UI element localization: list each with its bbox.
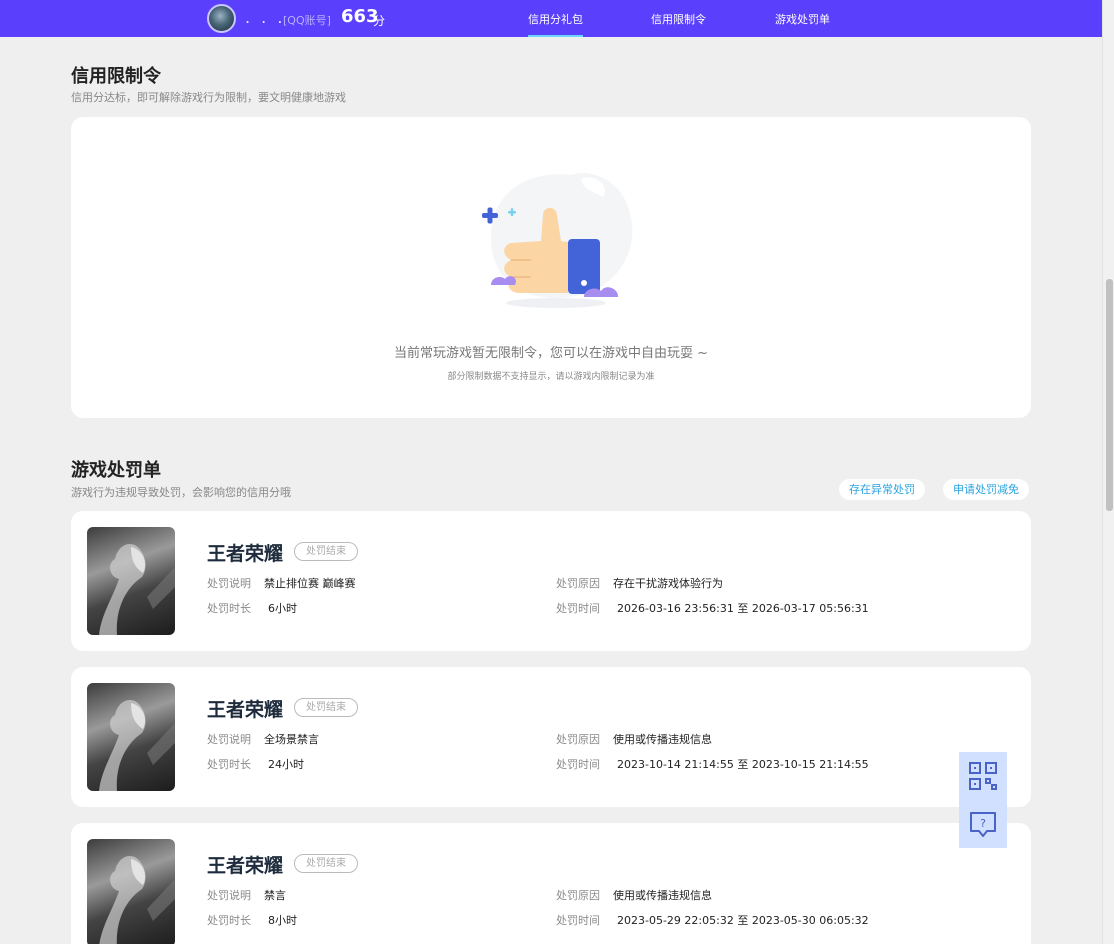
penalty-duration-value: 8小时 — [268, 914, 297, 927]
penalty-card: 王者荣耀 处罚结束 处罚说明 禁止排位赛 巅峰赛 处罚时长 6小时 处罚原因 存… — [71, 511, 1031, 651]
penalty-reason-label: 处罚原因 — [556, 889, 600, 902]
qr-code-icon — [969, 762, 997, 790]
svg-text:?: ? — [980, 817, 986, 830]
penalty-card: 王者荣耀 处罚结束 处罚说明 禁言 处罚时长 8小时 处罚原因 使用或传播违规信… — [71, 823, 1031, 944]
game-name: 王者荣耀 — [207, 699, 284, 721]
top-bar: . . . [QQ账号] 663 分 信用分礼包 信用限制令 游戏处罚单 — [0, 0, 1102, 37]
floating-tools: ? — [959, 752, 1007, 848]
penalty-time-label: 处罚时间 — [556, 758, 600, 771]
restrictions-subtitle: 信用分达标，即可解除游戏行为限制，要文明健康地游戏 — [71, 91, 346, 104]
penalty-desc-label: 处罚说明 — [207, 577, 251, 590]
penalty-reason-value: 使用或传播违规信息 — [613, 733, 712, 746]
penalty-desc-label: 处罚说明 — [207, 889, 251, 902]
penalty-time-value: 2026-03-16 23:56:31 至 2026-03-17 05:56:3… — [617, 602, 869, 615]
user-nickname: . . . — [245, 8, 286, 27]
penalty-desc-value: 禁止排位赛 巅峰赛 — [264, 577, 356, 590]
penalty-status-badge: 处罚结束 — [294, 542, 358, 561]
help-chat-icon: ? — [970, 812, 996, 837]
nav-tab-penalties[interactable]: 游戏处罚单 — [775, 11, 830, 27]
page: . . . [QQ账号] 663 分 信用分礼包 信用限制令 游戏处罚单 信用限… — [0, 0, 1114, 944]
nav-tab-restrictions[interactable]: 信用限制令 — [651, 11, 706, 27]
game-thumbnail — [87, 839, 175, 944]
scrollbar-thumb[interactable] — [1106, 279, 1113, 511]
thumbs-up-illustration-icon — [482, 173, 633, 308]
penalty-time-label: 处罚时间 — [556, 914, 600, 927]
penalties-subtitle: 游戏行为违规导致处罚，会影响您的信用分哦 — [71, 486, 291, 499]
penalty-duration-value: 24小时 — [268, 758, 304, 771]
penalty-card: 王者荣耀 处罚结束 处罚说明 全场景禁言 处罚时长 24小时 处罚原因 使用或传… — [71, 667, 1031, 807]
penalty-duration-label: 处罚时长 — [207, 914, 251, 927]
penalty-duration-label: 处罚时长 — [207, 758, 251, 771]
penalty-duration-value: 6小时 — [268, 602, 297, 615]
restrictions-card: 当前常玩游戏暂无限制令，您可以在游戏中自由玩耍 ~ 部分限制数据不支持显示，请以… — [71, 117, 1031, 418]
avatar[interactable] — [207, 4, 236, 33]
penalty-reason-value: 使用或传播违规信息 — [613, 889, 712, 902]
game-thumbnail — [87, 527, 175, 635]
restrictions-title: 信用限制令 — [71, 66, 161, 87]
penalty-desc-label: 处罚说明 — [207, 733, 251, 746]
feedback-button[interactable]: ? — [959, 800, 1007, 848]
qr-code-button[interactable] — [959, 752, 1007, 800]
penalty-reason-label: 处罚原因 — [556, 577, 600, 590]
game-name: 王者荣耀 — [207, 855, 284, 877]
abnormal-penalty-button[interactable]: 存在异常处罚 — [839, 479, 925, 500]
penalty-desc-value: 全场景禁言 — [264, 733, 319, 746]
penalty-time-value: 2023-05-29 22:05:32 至 2023-05-30 06:05:3… — [617, 914, 869, 927]
nav-tab-credit-gift[interactable]: 信用分礼包 — [528, 11, 583, 37]
appeal-penalty-button[interactable]: 申请处罚减免 — [943, 479, 1029, 500]
game-name: 王者荣耀 — [207, 543, 284, 565]
penalty-reason-value: 存在干扰游戏体验行为 — [613, 577, 723, 590]
penalty-status-badge: 处罚结束 — [294, 698, 358, 717]
penalty-time-value: 2023-10-14 21:14:55 至 2023-10-15 21:14:5… — [617, 758, 869, 771]
credit-score-unit: 分 — [373, 14, 386, 28]
penalty-duration-label: 处罚时长 — [207, 602, 251, 615]
penalty-status-badge: 处罚结束 — [294, 854, 358, 873]
empty-restrictions-hint: 部分限制数据不支持显示，请以游戏内限制记录为准 — [447, 372, 655, 382]
penalties-title: 游戏处罚单 — [71, 460, 161, 481]
account-type-label: [QQ账号] — [283, 14, 331, 27]
game-thumbnail — [87, 683, 175, 791]
penalty-time-label: 处罚时间 — [556, 602, 600, 615]
penalty-reason-label: 处罚原因 — [556, 733, 600, 746]
penalty-desc-value: 禁言 — [264, 889, 286, 902]
page-scrollbar[interactable] — [1102, 0, 1114, 944]
empty-restrictions-message: 当前常玩游戏暂无限制令，您可以在游戏中自由玩耍 ~ — [393, 346, 709, 361]
